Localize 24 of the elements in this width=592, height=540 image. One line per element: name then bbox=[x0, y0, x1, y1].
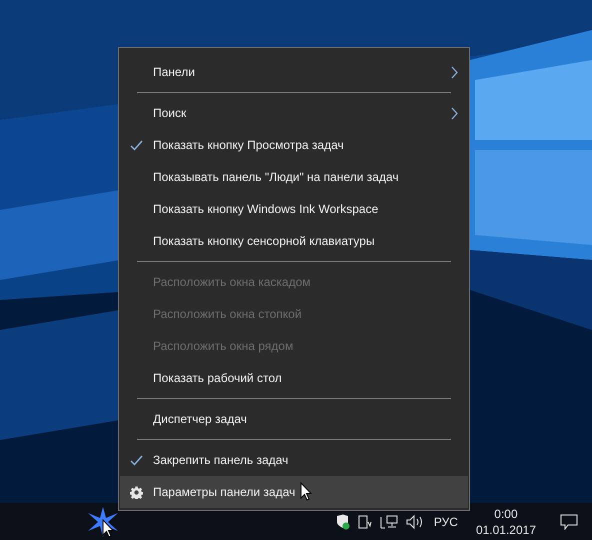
menu-item[interactable]: Показать рабочий стол bbox=[120, 362, 468, 394]
network-icon[interactable] bbox=[380, 514, 398, 530]
menu-item[interactable]: Показывать панель "Люди" на панели задач bbox=[120, 161, 468, 193]
menu-item[interactable]: Показать кнопку сенсорной клавиатуры bbox=[120, 225, 468, 257]
menu-item[interactable]: Показать кнопку Просмотра задач bbox=[120, 129, 468, 161]
menu-item[interactable]: Показать кнопку Windows Ink Workspace bbox=[120, 193, 468, 225]
clock-time: 0:00 bbox=[494, 506, 518, 522]
clock-date: 01.01.2017 bbox=[476, 522, 536, 538]
shield-icon[interactable] bbox=[336, 514, 350, 530]
checkmark-icon bbox=[130, 454, 143, 466]
mouse-cursor-icon bbox=[102, 518, 114, 538]
notifications-icon[interactable] bbox=[560, 514, 578, 530]
clock[interactable]: 0:00 01.01.2017 bbox=[476, 506, 536, 538]
menu-item[interactable]: Панели bbox=[120, 56, 468, 88]
checkmark-icon bbox=[130, 140, 143, 150]
menu-item[interactable]: Закрепить панель задач bbox=[120, 444, 468, 476]
device-icon[interactable] bbox=[358, 514, 372, 530]
mouse-cursor-icon bbox=[300, 482, 312, 501]
volume-icon[interactable] bbox=[406, 514, 424, 530]
menu-item[interactable]: Поиск bbox=[120, 97, 468, 129]
language-indicator[interactable]: РУС bbox=[434, 512, 458, 530]
menu-item[interactable]: Параметры панели задач bbox=[120, 476, 468, 508]
settings-icon bbox=[130, 486, 143, 498]
menu-item[interactable]: Диспетчер задач bbox=[120, 403, 468, 435]
